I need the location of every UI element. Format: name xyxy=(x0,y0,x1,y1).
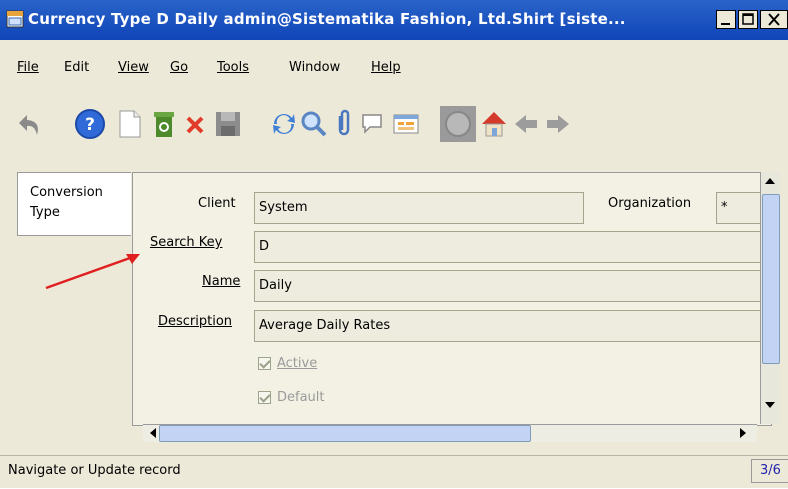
client-field[interactable]: System xyxy=(254,192,584,224)
minimize-button[interactable] xyxy=(716,10,736,29)
default-checkbox[interactable]: Default xyxy=(258,390,325,405)
default-checkbox-box[interactable] xyxy=(258,391,271,404)
tab-conversion-type[interactable]: Conversion Type xyxy=(17,172,131,236)
scroll-right-arrow-icon[interactable] xyxy=(735,425,751,441)
search-key-label: Search Key xyxy=(150,235,223,250)
recycle-bin-icon[interactable] xyxy=(146,106,182,142)
menu-go[interactable]: Go xyxy=(170,60,188,75)
svg-text:?: ? xyxy=(85,115,95,135)
description-field[interactable]: Average Daily Rates xyxy=(254,310,764,342)
scroll-up-arrow-icon[interactable] xyxy=(762,173,778,189)
menu-view[interactable]: View xyxy=(118,60,149,75)
record-counter[interactable]: 3/6 xyxy=(751,459,788,483)
description-label: Description xyxy=(158,314,233,329)
menu-bar: File Edit View Go Tools Window Help xyxy=(0,58,788,82)
menu-file[interactable]: File xyxy=(17,60,39,75)
name-field[interactable]: Daily xyxy=(254,270,764,302)
currency-type-window: Currency Type D Daily admin@Sistematika … xyxy=(0,0,788,488)
chat-icon[interactable] xyxy=(356,106,392,142)
close-button[interactable] xyxy=(760,10,788,29)
tab-label-line1: Conversion xyxy=(30,185,103,200)
forward-icon[interactable] xyxy=(540,106,576,142)
help-icon[interactable]: ? xyxy=(72,106,108,142)
client-label: Client xyxy=(198,196,236,211)
name-label: Name xyxy=(202,274,241,289)
toolbar: ? xyxy=(0,96,788,152)
home-icon[interactable] xyxy=(476,106,512,142)
active-checkbox-box[interactable] xyxy=(258,357,271,370)
menu-edit[interactable]: Edit xyxy=(64,60,89,75)
back-icon[interactable] xyxy=(508,106,544,142)
undo-icon[interactable] xyxy=(12,106,48,142)
organization-field[interactable]: * xyxy=(716,192,764,224)
status-message: Navigate or Update record xyxy=(8,463,181,478)
report-icon[interactable] xyxy=(388,106,424,142)
organization-label: Organization xyxy=(608,196,692,211)
scroll-down-arrow-icon[interactable] xyxy=(762,397,778,413)
menu-window[interactable]: Window xyxy=(289,60,340,75)
active-label: Active xyxy=(277,356,318,371)
tab-label-line2: Type xyxy=(30,205,60,220)
annotation-arrow-icon xyxy=(45,254,140,290)
horizontal-scroll-thumb[interactable] xyxy=(159,425,531,442)
maximize-button[interactable] xyxy=(738,10,758,29)
new-record-icon[interactable] xyxy=(112,106,148,142)
save-icon[interactable] xyxy=(210,106,246,142)
delete-icon[interactable] xyxy=(178,106,214,142)
menu-tools[interactable]: Tools xyxy=(217,60,249,75)
app-window-icon xyxy=(6,10,24,28)
search-key-field[interactable]: D xyxy=(254,231,764,263)
menu-help[interactable]: Help xyxy=(371,60,401,75)
vertical-scroll-thumb[interactable] xyxy=(762,194,780,364)
default-label: Default xyxy=(277,390,325,405)
active-checkbox[interactable]: Active xyxy=(258,356,317,371)
history-icon[interactable] xyxy=(440,106,476,142)
title-bar[interactable]: Currency Type D Daily admin@Sistematika … xyxy=(0,0,788,40)
window-title: Currency Type D Daily admin@Sistematika … xyxy=(28,10,626,28)
